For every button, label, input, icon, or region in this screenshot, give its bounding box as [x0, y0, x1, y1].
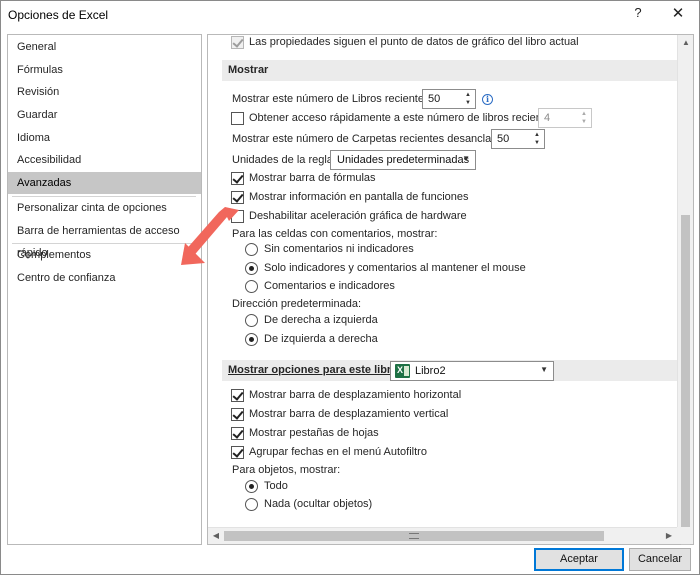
direction-group-label: Dirección predeterminada:: [232, 298, 362, 310]
recent-folders-value: 50: [497, 133, 510, 145]
group-dates-checkbox[interactable]: [231, 446, 244, 459]
excel-options-dialog: Opciones de Excel ? ✕ General Fórmulas R…: [0, 0, 700, 575]
quick-access-stepper[interactable]: 4 ▲ ▼: [538, 108, 592, 128]
sidebar-item-general[interactable]: General: [8, 36, 201, 58]
workbook-section-title: Mostrar opciones para este libro:: [228, 364, 402, 376]
objects-none-label: Nada (ocultar objetos): [264, 498, 373, 510]
direction-ltr-radio[interactable]: [245, 333, 258, 346]
function-screentips-checkbox[interactable]: [231, 191, 244, 204]
scroll-right-icon[interactable]: ▶: [661, 528, 677, 544]
scroll-left-icon[interactable]: ◀: [208, 528, 224, 544]
stepper-up-icon[interactable]: ▲: [579, 110, 589, 118]
cancel-button[interactable]: Cancelar: [629, 548, 691, 571]
title-bar: Opciones de Excel ? ✕: [1, 1, 699, 27]
horizontal-scrollbar-checkbox[interactable]: [231, 389, 244, 402]
sidebar-item-personalizar-cinta[interactable]: Personalizar cinta de opciones: [8, 197, 201, 219]
ruler-units-value: Unidades predeterminadas: [337, 154, 470, 166]
sidebar-item-centro-confianza[interactable]: Centro de confianza: [8, 267, 201, 289]
stepper-down-icon[interactable]: ▼: [532, 139, 542, 147]
sidebar-item-idioma[interactable]: Idioma: [8, 127, 201, 149]
sheet-tabs-label: Mostrar pestañas de hojas: [249, 427, 379, 439]
quick-access-value: 4: [544, 112, 551, 124]
objects-none-radio[interactable]: [245, 498, 258, 511]
recent-folders-label: Mostrar este número de Carpetas reciente…: [232, 133, 513, 145]
stepper-arrows[interactable]: ▲ ▼: [579, 110, 589, 126]
vertical-scrollbar-label: Mostrar barra de desplazamiento vertical: [249, 408, 449, 420]
vertical-scrollbar[interactable]: ▲ ▼: [677, 35, 694, 545]
horizontal-scrollbar[interactable]: ◀ ▶: [208, 527, 677, 544]
stepper-arrows[interactable]: ▲ ▼: [532, 131, 542, 147]
accept-button[interactable]: Aceptar: [534, 548, 624, 571]
scroll-up-icon[interactable]: ▲: [678, 35, 694, 51]
direction-rtl-radio[interactable]: [245, 314, 258, 327]
horizontal-scroll-thumb[interactable]: [224, 531, 604, 541]
stepper-up-icon[interactable]: ▲: [463, 91, 473, 99]
group-dates-label: Agrupar fechas en el menú Autofiltro: [249, 446, 427, 458]
objects-all-label: Todo: [264, 480, 288, 492]
ruler-units-label: Unidades de la regla: [232, 154, 333, 166]
recent-books-value: 50: [428, 93, 441, 105]
vertical-scroll-thumb[interactable]: [681, 215, 690, 545]
sidebar: General Fórmulas Revisión Guardar Idioma…: [7, 34, 202, 545]
workbook-select[interactable]: Libro2 ▼: [390, 361, 554, 381]
horizontal-scrollbar-label: Mostrar barra de desplazamiento horizont…: [249, 389, 462, 401]
formula-bar-label: Mostrar barra de fórmulas: [249, 172, 376, 184]
sidebar-item-accesibilidad[interactable]: Accesibilidad: [8, 149, 201, 171]
chart-properties-label: Las propiedades siguen el punto de datos…: [249, 36, 579, 48]
scroll-grip-icon: [409, 533, 419, 539]
info-icon[interactable]: i: [482, 94, 493, 105]
dialog-title: Opciones de Excel: [8, 8, 109, 22]
comments-and-indicators-radio[interactable]: [245, 280, 258, 293]
objects-all-radio[interactable]: [245, 480, 258, 493]
comments-indicators-radio[interactable]: [245, 262, 258, 275]
section-header-mostrar: Mostrar: [222, 60, 677, 81]
direction-rtl-label: De derecha a izquierda: [264, 314, 378, 326]
sidebar-item-revision[interactable]: Revisión: [8, 81, 201, 103]
sheet-tabs-checkbox[interactable]: [231, 427, 244, 440]
stepper-arrows[interactable]: ▲ ▼: [463, 91, 473, 107]
quick-access-checkbox[interactable]: [231, 112, 244, 125]
excel-workbook-icon: [395, 364, 410, 378]
objects-group-label: Para objetos, mostrar:: [232, 464, 341, 476]
recent-folders-stepper[interactable]: 50 ▲ ▼: [491, 129, 545, 149]
vertical-scrollbar-checkbox[interactable]: [231, 408, 244, 421]
comments-none-label: Sin comentarios ni indicadores: [264, 243, 414, 255]
recent-books-label: Mostrar este número de Libros recientes:: [232, 93, 433, 105]
help-icon[interactable]: ?: [627, 5, 649, 23]
workbook-select-value: Libro2: [415, 365, 446, 377]
sidebar-item-avanzadas[interactable]: Avanzadas: [8, 172, 201, 194]
chevron-down-icon: ▼: [540, 365, 548, 374]
comments-none-radio[interactable]: [245, 243, 258, 256]
stepper-down-icon[interactable]: ▼: [579, 118, 589, 126]
stepper-up-icon[interactable]: ▲: [532, 131, 542, 139]
disable-hw-accel-label: Deshabilitar aceleración gráfica de hard…: [249, 210, 467, 222]
sidebar-item-guardar[interactable]: Guardar: [8, 104, 201, 126]
red-annotation-arrow-icon: [181, 207, 239, 265]
close-icon[interactable]: ✕: [667, 4, 689, 24]
ruler-units-select[interactable]: Unidades predeterminadas ▼: [330, 150, 476, 170]
sidebar-item-formulas[interactable]: Fórmulas: [8, 59, 201, 81]
comments-and-indicators-label: Comentarios e indicadores: [264, 280, 395, 292]
recent-books-stepper[interactable]: 50 ▲ ▼: [422, 89, 476, 109]
function-screentips-label: Mostrar información en pantalla de funci…: [249, 191, 469, 203]
comments-indicators-label: Solo indicadores y comentarios al manten…: [264, 262, 526, 274]
stepper-down-icon[interactable]: ▼: [463, 99, 473, 107]
direction-ltr-label: De izquierda a derecha: [264, 333, 378, 345]
sidebar-item-barra-acceso-rapido[interactable]: Barra de herramientas de acceso rápido: [8, 220, 201, 259]
chart-properties-checkbox[interactable]: [231, 36, 244, 49]
quick-access-label: Obtener acceso rápidamente a este número…: [249, 112, 560, 124]
scrollbar-corner: [677, 527, 693, 544]
sidebar-item-complementos[interactable]: Complementos: [8, 244, 201, 266]
comments-group-label: Para las celdas con comentarios, mostrar…: [232, 228, 438, 240]
formula-bar-checkbox[interactable]: [231, 172, 244, 185]
advanced-options-panel: Las propiedades siguen el punto de datos…: [207, 34, 694, 545]
chevron-down-icon: ▼: [462, 154, 470, 163]
